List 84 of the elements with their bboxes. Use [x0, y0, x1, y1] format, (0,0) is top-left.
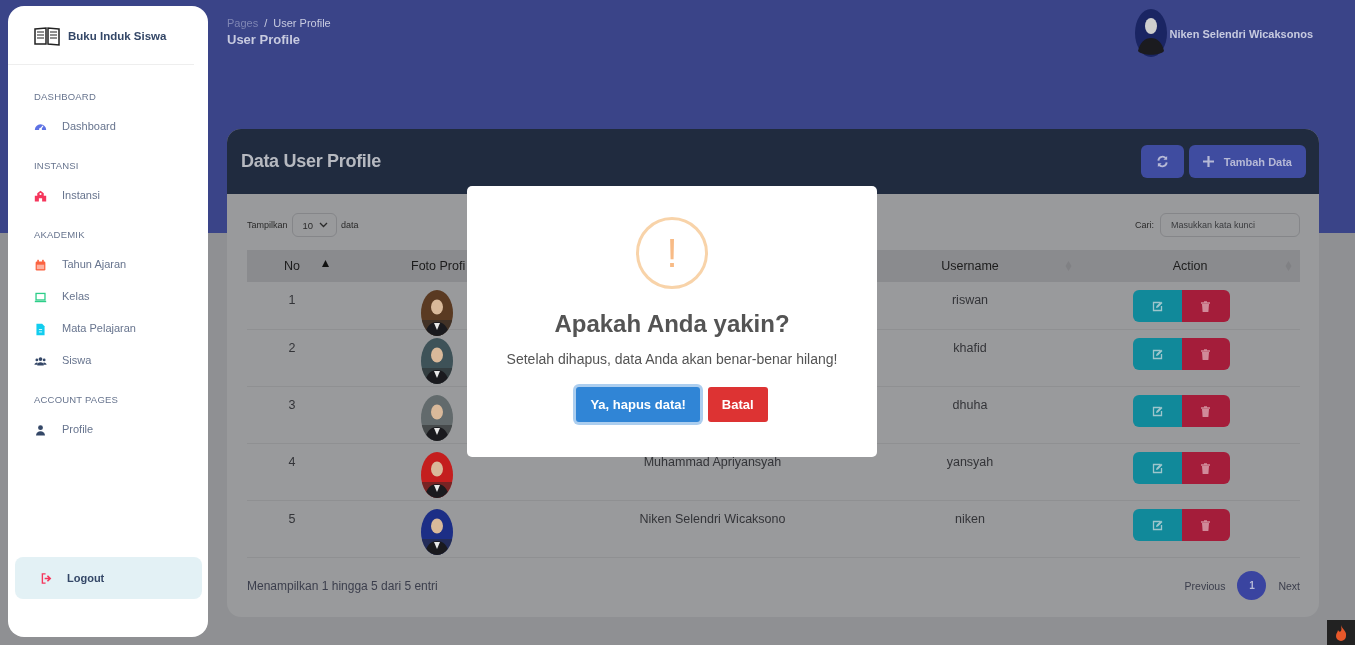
refresh-button[interactable] — [1140, 145, 1184, 178]
column-header[interactable]: Foto Profi — [411, 259, 466, 273]
section-heading: ACCOUNT PAGES — [33, 393, 120, 405]
edit-button[interactable] — [1132, 290, 1182, 322]
laptop-icon — [34, 291, 47, 304]
user-avatar-icon[interactable] — [1135, 9, 1168, 57]
delete-button[interactable] — [1181, 509, 1230, 541]
sidebar-item[interactable]: Profile — [8, 405, 208, 437]
refresh-icon — [1155, 155, 1169, 168]
table-info: Menampilkan 1 hingga 5 dari 5 entri — [247, 578, 438, 593]
edit-icon — [1151, 348, 1163, 360]
book-icon — [34, 26, 60, 46]
page-button[interactable]: 1 — [1237, 571, 1267, 600]
trash-icon — [1200, 519, 1211, 531]
section-heading: AKADEMIK — [33, 228, 86, 240]
edit-icon — [1151, 300, 1163, 312]
dialog-message: Setelah dihapus, data Anda akan benar-benar hilang! — [506, 351, 838, 367]
table-cell: niken — [955, 512, 985, 526]
table-cell: Niken Selendri Wicaksono — [639, 512, 786, 526]
breadcrumb-link[interactable]: Pages — [227, 17, 259, 29]
table-cell: 3 — [288, 398, 296, 412]
card-title: Data User Profile — [241, 151, 381, 172]
column-header[interactable]: No — [284, 259, 300, 273]
edit-icon — [1151, 462, 1163, 474]
column-header[interactable]: Action — [1172, 259, 1208, 273]
edit-button[interactable] — [1132, 338, 1182, 370]
delete-button[interactable] — [1181, 290, 1230, 322]
add-data-button[interactable]: Tambah Data — [1188, 145, 1306, 178]
length-label: data — [341, 220, 359, 230]
sidebar-item[interactable]: Kelas — [8, 272, 208, 304]
length-label: Tampilkan — [247, 220, 288, 230]
sidebar-item[interactable]: Siswa — [8, 336, 208, 368]
breadcrumb-current: User Profile — [273, 17, 331, 29]
edit-icon — [1151, 519, 1163, 531]
sidebar-item[interactable]: Mata Pelajaran — [8, 304, 208, 336]
breadcrumb-separator: / — [264, 17, 268, 29]
user-icon — [34, 424, 47, 437]
section-heading: DASHBOARD — [33, 90, 97, 102]
search-field[interactable]: Masukkan kata kunci — [1160, 213, 1300, 237]
page-length-select[interactable]: 10 — [291, 213, 338, 237]
trash-icon — [1200, 462, 1211, 474]
building-icon — [34, 190, 47, 203]
table-cell: 2 — [288, 341, 296, 355]
sidebar-item[interactable]: Instansi — [8, 171, 208, 203]
chevron-down-icon — [319, 222, 329, 228]
trash-icon — [1200, 405, 1211, 417]
delete-button[interactable] — [1181, 452, 1230, 484]
sidebar-item[interactable]: Tahun Ajaran — [8, 240, 208, 272]
edit-button[interactable] — [1132, 509, 1182, 541]
file-icon — [34, 323, 47, 336]
edit-button[interactable] — [1132, 395, 1182, 427]
logout-button[interactable]: Logout — [15, 557, 202, 599]
table-cell: riswan — [951, 293, 989, 307]
users-icon — [34, 355, 47, 368]
warning-icon: ! — [636, 217, 708, 289]
page-title: User Profile — [227, 32, 301, 47]
cancel-button[interactable]: Batal — [707, 387, 768, 422]
table-cell: 4 — [288, 455, 296, 469]
plus-icon — [1202, 156, 1214, 167]
edit-button[interactable] — [1132, 452, 1182, 484]
table-cell: khafid — [953, 341, 987, 355]
delete-button[interactable] — [1181, 338, 1230, 370]
search-label: Cari: — [1135, 220, 1154, 230]
table-cell: 5 — [288, 512, 296, 526]
brand-name: Buku Induk Siswa — [68, 30, 167, 42]
user-name: Niken Selendri Wicaksonos — [1169, 28, 1313, 40]
previous-link[interactable]: Previous — [1184, 579, 1226, 592]
table-cell: 1 — [288, 293, 296, 307]
section-heading: INSTANSI — [33, 159, 80, 171]
dialog-title: Apakah Anda yakin? — [554, 310, 790, 338]
table-cell: dhuha — [952, 398, 988, 412]
delete-button[interactable] — [1181, 395, 1230, 427]
confirm-button[interactable]: Ya, hapus data! — [576, 387, 700, 422]
next-link[interactable]: Next — [1278, 579, 1300, 592]
edit-icon — [1151, 405, 1163, 417]
logout-icon — [41, 572, 52, 584]
trash-icon — [1200, 348, 1211, 360]
column-header[interactable]: Username — [941, 259, 999, 273]
flame-icon[interactable] — [1327, 620, 1355, 645]
table-cell: yansyah — [946, 455, 994, 469]
table-cell: Muhammad Apriyansyah — [643, 455, 782, 469]
sidebar-item[interactable]: Dashboard — [8, 102, 208, 134]
trash-icon — [1200, 300, 1211, 312]
calendar-icon — [34, 259, 47, 272]
